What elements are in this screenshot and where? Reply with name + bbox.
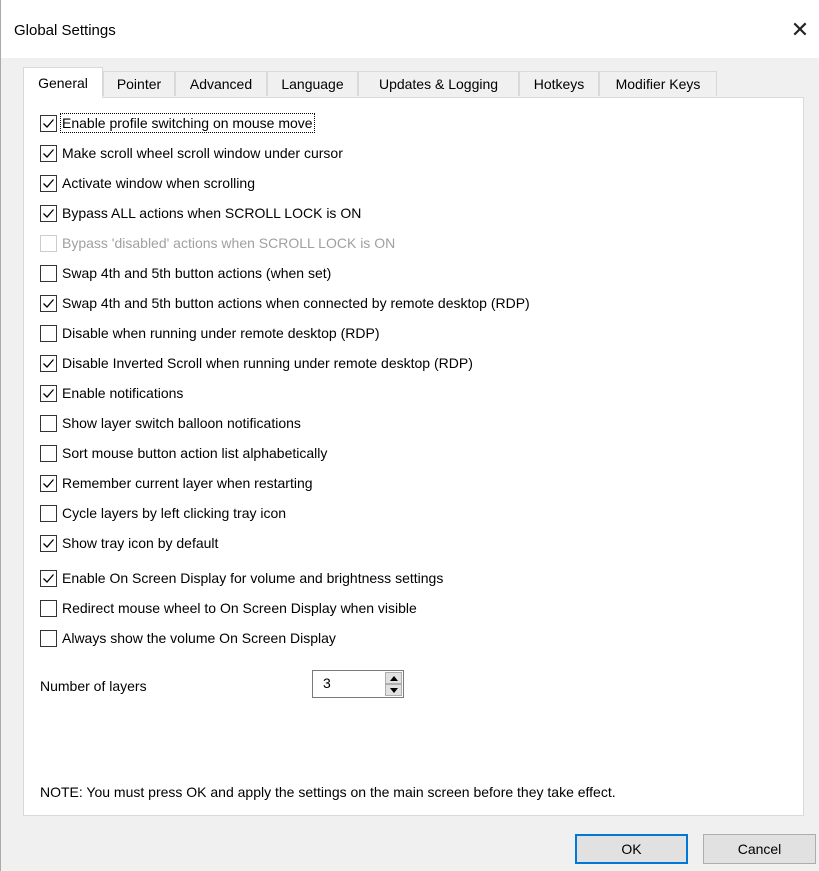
option-row[interactable]: Redirect mouse wheel to On Screen Displa… (40, 597, 418, 619)
checkbox-unchecked-icon[interactable] (40, 599, 57, 617)
option-label[interactable]: Show tray icon by default (61, 534, 219, 552)
number-of-layers-value[interactable]: 3 (323, 675, 331, 691)
general-tab-panel: Enable profile switching on mouse move Ma… (23, 97, 804, 816)
option-row[interactable]: Enable notifications (40, 382, 184, 404)
option-label[interactable]: Show layer switch balloon notifications (61, 414, 302, 432)
option-label[interactable]: Make scroll wheel scroll window under cu… (61, 144, 344, 162)
option-label[interactable]: Enable On Screen Display for volume and … (61, 569, 444, 587)
option-label[interactable]: Bypass ALL actions when SCROLL LOCK is O… (61, 204, 362, 222)
option-row[interactable]: Make scroll wheel scroll window under cu… (40, 142, 344, 164)
option-label[interactable]: Sort mouse button action list alphabetic… (61, 444, 328, 462)
note-text: NOTE: You must press OK and apply the se… (40, 784, 616, 800)
tab-advanced[interactable]: Advanced (175, 71, 267, 96)
ok-button[interactable]: OK (575, 834, 688, 864)
dialog-title: Global Settings (14, 22, 116, 39)
close-icon[interactable]: ✕ (780, 14, 819, 46)
option-label[interactable]: Always show the volume On Screen Display (61, 629, 337, 647)
checkbox-checked-icon[interactable] (40, 204, 57, 222)
checkbox-checked-icon[interactable] (40, 569, 57, 587)
option-row[interactable]: Show tray icon by default (40, 532, 219, 554)
option-row[interactable]: Sort mouse button action list alphabetic… (40, 442, 328, 464)
option-label[interactable]: Remember current layer when restarting (61, 474, 314, 492)
option-row[interactable]: Always show the volume On Screen Display (40, 627, 337, 649)
option-label[interactable]: Redirect mouse wheel to On Screen Displa… (61, 599, 418, 617)
option-row[interactable]: Show layer switch balloon notifications (40, 412, 302, 434)
checkbox-unchecked-icon (40, 234, 57, 252)
checkbox-unchecked-icon[interactable] (40, 504, 57, 522)
checkbox-checked-icon[interactable] (40, 474, 57, 492)
option-label[interactable]: Swap 4th and 5th button actions (when se… (61, 264, 332, 282)
checkbox-checked-icon[interactable] (40, 114, 57, 132)
spin-down-icon[interactable] (385, 684, 402, 696)
option-row[interactable]: Swap 4th and 5th button actions (when se… (40, 262, 332, 284)
option-row[interactable]: Activate window when scrolling (40, 172, 256, 194)
option-row[interactable]: Disable Inverted Scroll when running und… (40, 352, 474, 374)
option-label[interactable]: Disable when running under remote deskto… (61, 324, 381, 342)
option-row[interactable]: Swap 4th and 5th button actions when con… (40, 292, 531, 314)
checkbox-unchecked-icon[interactable] (40, 324, 57, 342)
checkbox-checked-icon[interactable] (40, 294, 57, 312)
tab-hotkeys[interactable]: Hotkeys (519, 71, 599, 96)
checkbox-unchecked-icon[interactable] (40, 264, 57, 282)
checkbox-checked-icon[interactable] (40, 384, 57, 402)
option-row[interactable]: Enable On Screen Display for volume and … (40, 567, 444, 589)
option-label[interactable]: Enable profile switching on mouse move (60, 113, 315, 133)
number-of-layers-spinner[interactable]: 3 (312, 670, 404, 698)
option-label[interactable]: Activate window when scrolling (61, 174, 256, 192)
tab-language[interactable]: Language (267, 71, 358, 96)
spinner-buttons (385, 672, 402, 696)
checkbox-unchecked-icon[interactable] (40, 414, 57, 432)
checkbox-checked-icon[interactable] (40, 534, 57, 552)
option-row[interactable]: Disable when running under remote deskto… (40, 322, 381, 344)
cancel-button[interactable]: Cancel (703, 834, 816, 864)
option-row[interactable]: Enable profile switching on mouse move (40, 112, 315, 134)
checkbox-checked-icon[interactable] (40, 174, 57, 192)
option-label: Bypass 'disabled' actions when SCROLL LO… (62, 235, 396, 251)
global-settings-dialog: Global Settings ✕ General Pointer Advanc… (0, 0, 819, 871)
tab-general[interactable]: General (23, 67, 103, 98)
tab-updates-logging[interactable]: Updates & Logging (358, 71, 519, 96)
checkbox-unchecked-icon[interactable] (40, 629, 57, 647)
option-row[interactable]: Remember current layer when restarting (40, 472, 314, 494)
checkbox-checked-icon[interactable] (40, 144, 57, 162)
option-row: Bypass 'disabled' actions when SCROLL LO… (40, 232, 396, 254)
option-label[interactable]: Disable Inverted Scroll when running und… (61, 354, 474, 372)
option-row[interactable]: Cycle layers by left clicking tray icon (40, 502, 287, 524)
number-of-layers-label: Number of layers (40, 678, 147, 694)
spin-up-icon[interactable] (385, 672, 402, 684)
option-row[interactable]: Bypass ALL actions when SCROLL LOCK is O… (40, 202, 362, 224)
checkbox-unchecked-icon[interactable] (40, 444, 57, 462)
tab-pointer[interactable]: Pointer (103, 71, 175, 96)
checkbox-checked-icon[interactable] (40, 354, 57, 372)
option-label[interactable]: Cycle layers by left clicking tray icon (61, 504, 287, 522)
title-bar: Global Settings ✕ (1, 0, 819, 58)
option-label[interactable]: Swap 4th and 5th button actions when con… (61, 294, 531, 312)
tab-modifier-keys[interactable]: Modifier Keys (599, 71, 717, 96)
option-label[interactable]: Enable notifications (61, 384, 184, 402)
